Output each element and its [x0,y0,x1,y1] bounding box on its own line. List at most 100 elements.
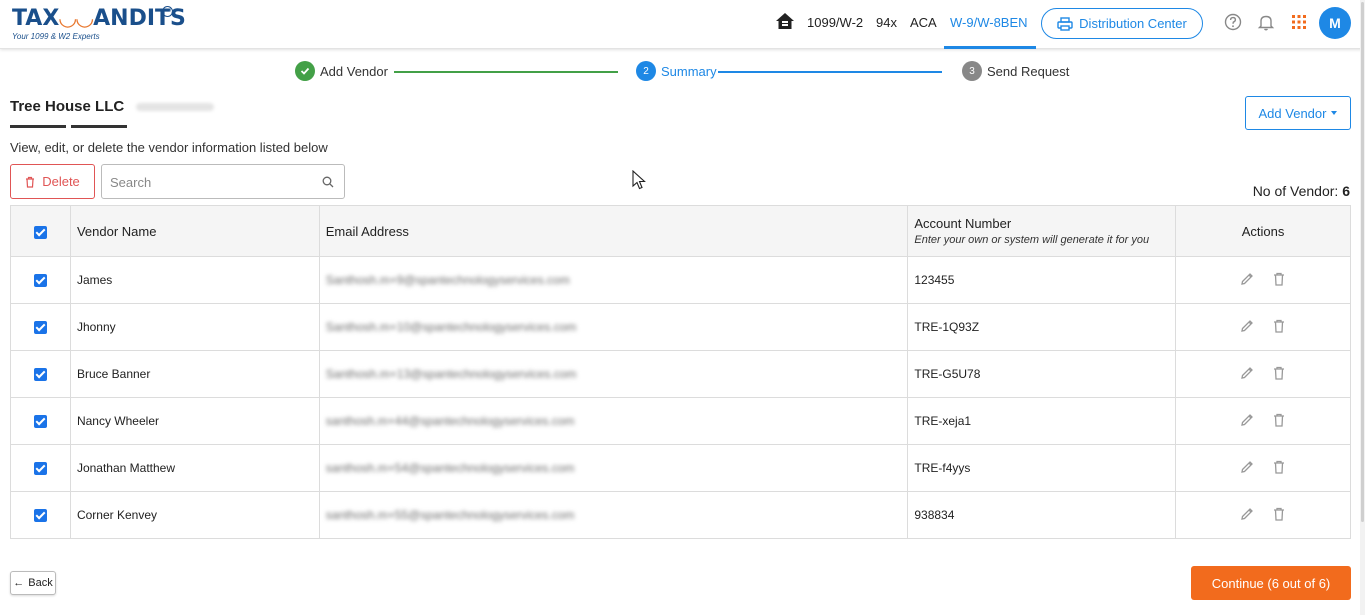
actions-cell [1175,444,1351,492]
edit-pencil-icon[interactable] [1239,271,1255,287]
account-number-hint: Enter your own or system will generate i… [914,234,1150,246]
email-redacted: santhosh.m+54@spantechnologyservices.com [325,461,575,475]
top-header: TAX◡◡ANDITS ™ Your 1099 & W2 Experts 109… [0,0,1365,49]
home-icon[interactable] [775,11,795,31]
delete-trash-icon[interactable] [1271,506,1287,522]
select-all-checkbox[interactable] [33,225,47,239]
email-cell: Santhosh.m+9@spantechnologyservices.com [318,256,909,304]
delete-trash-icon[interactable] [1271,271,1287,287]
delete-label: Delete [42,174,80,189]
caret-down-icon [1331,111,1338,115]
row-checkbox[interactable] [33,509,47,523]
step-number: 2 [636,61,656,81]
delete-trash-icon[interactable] [1271,412,1287,428]
table-row: Jonathan Matthew santhosh.m+54@spantechn… [10,444,1351,492]
user-avatar[interactable]: M [1319,7,1351,39]
account-number-cell: TRE-f4yys [907,444,1177,492]
actions-header: Actions [1175,205,1351,257]
table-row: Corner Kenvey santhosh.m+55@spantechnolo… [10,491,1351,539]
row-checkbox-cell[interactable] [10,444,71,492]
vendor-count: No of Vendor: 6 [1253,183,1350,199]
apps-grid-icon[interactable] [1289,12,1309,32]
nav-w9-w8ben[interactable]: W-9/W-8BEN [950,15,1028,30]
email-cell: santhosh.m+44@spantechnologyservices.com [318,397,909,445]
back-button[interactable]: ← Back [10,571,56,595]
nav-1099-w2[interactable]: 1099/W-2 [807,15,863,30]
distribution-center-label: Distribution Center [1079,16,1187,31]
printer-icon [1057,16,1073,31]
table-header-row: Vendor Name Email Address Account Number… [10,205,1351,257]
search-icon[interactable] [322,176,334,188]
nav-94x[interactable]: 94x [876,15,897,30]
row-checkbox-cell[interactable] [10,397,71,445]
vendor-name-header[interactable]: Vendor Name [69,205,320,257]
table-row: James Santhosh.m+9@spantechnologyservice… [10,256,1351,304]
row-checkbox-cell[interactable] [10,256,71,304]
edit-pencil-icon[interactable] [1239,506,1255,522]
select-all-cell[interactable] [10,205,71,257]
actions-cell [1175,303,1351,351]
vendor-name-cell: Nancy Wheeler [69,397,320,445]
account-number-header[interactable]: Account Number Enter your own or system … [907,205,1177,257]
active-nav-indicator [944,46,1036,49]
trash-icon [26,176,35,188]
email-cell: Santhosh.m+10@spantechnologyservices.com [318,303,909,351]
help-icon[interactable] [1223,12,1243,32]
delete-trash-icon[interactable] [1271,365,1287,381]
delete-trash-icon[interactable] [1271,459,1287,475]
vendor-count-label: No of Vendor: [1252,183,1339,199]
table-row: Bruce Banner Santhosh.m+13@spantechnolog… [10,350,1351,398]
table-row: Nancy Wheeler santhosh.m+44@spantechnolo… [10,397,1351,445]
back-label: Back [28,577,53,589]
row-checkbox[interactable] [33,274,47,288]
title-underline [71,125,127,128]
company-name: Tree House LLC [10,98,125,115]
add-vendor-dropdown-button[interactable]: Add Vendor [1245,96,1351,130]
edit-pencil-icon[interactable] [1239,412,1255,428]
delete-trash-icon[interactable] [1271,318,1287,334]
account-number-cell: 938834 [907,491,1177,539]
actions-cell [1175,397,1351,445]
scrollbar-thumb[interactable] [1361,2,1364,522]
edit-pencil-icon[interactable] [1239,365,1255,381]
row-checkbox[interactable] [33,415,47,429]
company-id-redacted [136,103,214,111]
email-redacted: Santhosh.m+9@spantechnologyservices.com [325,273,570,287]
step-add-vendor: Add Vendor [295,61,388,81]
actions-cell [1175,491,1351,539]
logo-tagline: Your 1099 & W2 Experts [12,32,100,41]
actions-cell [1175,256,1351,304]
vendor-table: Vendor Name Email Address Account Number… [10,205,1351,539]
continue-button[interactable]: Continue (6 out of 6) [1191,566,1351,600]
search-field[interactable] [101,164,345,199]
row-checkbox-cell[interactable] [10,303,71,351]
row-checkbox[interactable] [33,462,47,476]
title-underline [10,125,66,128]
email-header[interactable]: Email Address [318,205,909,257]
page-instruction: View, edit, or delete the vendor informa… [10,140,328,155]
edit-pencil-icon[interactable] [1239,318,1255,334]
email-redacted: santhosh.m+55@spantechnologyservices.com [325,508,575,522]
bell-icon[interactable] [1256,12,1276,32]
row-checkbox[interactable] [33,321,47,335]
taxbandits-logo[interactable]: TAX◡◡ANDITS ™ Your 1099 & W2 Experts [12,6,186,42]
delete-button[interactable]: Delete [10,164,95,199]
edit-pencil-icon[interactable] [1239,459,1255,475]
row-checkbox-cell[interactable] [10,350,71,398]
step-summary: 2 Summary [636,61,717,81]
email-cell: santhosh.m+55@spantechnologyservices.com [318,491,909,539]
row-checkbox[interactable] [33,368,47,382]
row-checkbox-cell[interactable] [10,491,71,539]
step-connector-active [718,71,942,73]
account-number-cell: TRE-G5U78 [907,350,1177,398]
nav-aca[interactable]: ACA [910,15,937,30]
email-cell: Santhosh.m+13@spantechnologyservices.com [318,350,909,398]
email-redacted: santhosh.m+44@spantechnologyservices.com [325,414,575,428]
check-icon [295,61,315,81]
search-input[interactable] [110,173,310,191]
actions-cell [1175,350,1351,398]
vendor-name-cell: Corner Kenvey [69,491,320,539]
step-number: 3 [962,61,982,81]
distribution-center-button[interactable]: Distribution Center [1041,8,1203,39]
email-redacted: Santhosh.m+13@spantechnologyservices.com [325,367,577,381]
